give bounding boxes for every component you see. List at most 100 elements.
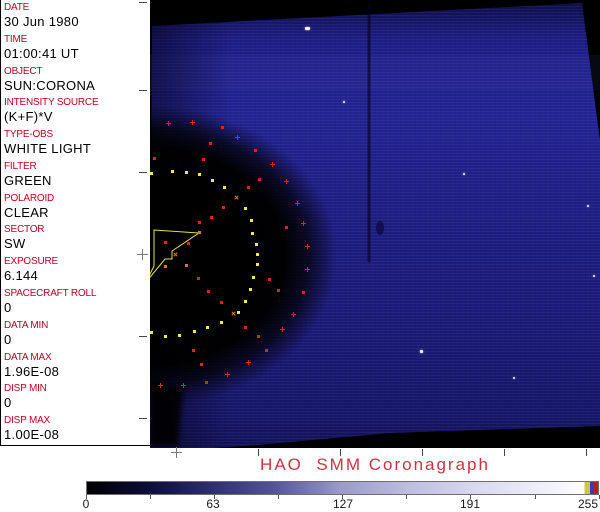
yellow-fiducial-dot [249,288,252,291]
metadata-field-data-min: DATA MIN 0 [1,318,150,350]
metadata-field-type-obs: TYPE-OBS WHITE LIGHT [1,127,150,159]
red-fiducial-cross [284,179,289,184]
colorbar-label-191: 191 [459,497,481,511]
red-fiducial-dot [153,157,156,160]
yellow-fiducial-dot [237,311,240,314]
red-fiducial-dot [258,178,261,181]
field-label: DISP MIN [4,383,47,395]
metadata-sidebar: DATE 30 Jun 1980 TIME 01:00:41 UT OBJECT… [0,0,150,446]
red-fiducial-dot [247,186,250,189]
red-fiducial-cross [295,201,300,206]
field-value: WHITE LIGHT [4,141,92,157]
field-label: SPACECRAFT ROLL [4,288,97,300]
colorbar-tick [535,495,536,499]
star-point [420,350,423,353]
field-label: DATA MIN [4,319,49,331]
red-fiducial-dot [257,335,260,338]
star-point [343,101,345,103]
metadata-field-date: DATE 30 Jun 1980 [1,0,150,32]
red-fiducial-dot [202,158,205,161]
field-value: 01:00:41 UT [4,45,79,61]
orange-fiducial-dot [185,264,188,267]
colorbar-tick [278,495,279,499]
red-fiducial-dot [268,278,271,281]
yellow-fiducial-dot [164,335,167,338]
red-fiducial-dot [192,349,195,352]
red-fiducial-dot [277,289,280,292]
field-label: DATE [4,2,30,13]
field-value: 1.00E-08 [4,427,60,443]
field-label: DATA MAX [4,351,52,363]
star-point [513,377,515,379]
metadata-field-intensity-source: INTENSITY SOURCE (K+F)*V [1,95,150,127]
yellow-fiducial-dot [211,179,214,182]
orange-fiducial-dot [198,231,201,234]
yellow-fiducial-dot [220,321,223,324]
red-fiducial-dot [285,226,288,229]
red-fiducial-dot [207,290,210,293]
yellow-fiducial-dot [252,276,255,279]
red-fiducial-cross [190,120,195,125]
yellow-fiducial-dot [178,334,181,337]
field-value: 6.144 [4,268,39,284]
red-fiducial-cross [305,244,310,249]
page-title: HAO SMM Coronagraph [260,455,490,474]
field-label: INTENSITY SOURCE [4,97,99,109]
field-value: 0 [4,300,12,316]
red-fiducial-cross [246,360,251,365]
yellow-fiducial-dot [185,171,188,174]
field-label: TIME [4,33,28,45]
metadata-field-disp-min: DISP MIN 0 [1,381,150,413]
metadata-field-time: TIME 01:00:41 UT [1,32,150,64]
left-axis-tick [139,172,147,173]
colorbar-label-127: 127 [332,497,354,511]
yellow-fiducial-dot [256,263,259,266]
colorbar-tick [406,495,407,499]
red-fiducial-dot [205,381,208,384]
field-value: 0 [4,395,12,411]
colorbar-tick [150,495,151,499]
star-point [305,27,310,30]
star-point [463,173,465,175]
yellow-fiducial-dot [198,173,201,176]
red-fiducial-cross [158,383,163,388]
yellow-fiducial-dot [193,330,196,333]
yellow-fiducial-dot [223,186,226,189]
left-axis-tick [139,336,147,337]
field-value: SW [4,236,26,252]
red-fiducial-cross [301,221,306,226]
field-value: 30 Jun 1980 [4,14,79,29]
field-value: 1.96E-08 [4,363,60,379]
metadata-field-exposure: EXPOSURE 6.144 [1,254,150,286]
red-fiducial-dot [244,326,247,329]
star-point [593,275,595,277]
red-fiducial-dot [220,301,223,304]
colorbar-label-0: 0 [82,497,90,511]
field-value: GREEN [4,172,52,188]
metadata-field-object: OBJECT SUN:CORONA [1,64,150,96]
pointing-cross [137,249,148,260]
red-fiducial-cross [291,312,296,317]
field-value: CLEAR [4,204,49,220]
metadata-field-data-max: DATA MAX 1.96E-08 [1,350,150,382]
metadata-field-spacecraft-roll: SPACECRAFT ROLL 0 [1,286,150,318]
yellow-fiducial-dot [250,219,253,222]
coronagraph-viewer: DATE 30 Jun 1980 TIME 01:00:41 UT OBJECT… [0,0,600,512]
red-fiducial-dot [209,142,212,145]
metadata-field-disp-max: DISP MAX 1.00E-08 [1,413,150,445]
red-fiducial-dot [197,277,200,280]
yellow-fiducial-dot [150,172,153,175]
red-fiducial-dot [265,349,268,352]
field-value: SUN:CORONA [4,77,96,93]
colorbar-label-63: 63 [206,497,220,511]
orange-fiducial-x [233,194,240,201]
field-label: SECTOR [4,224,45,236]
yellow-fiducial-dot [171,170,174,173]
metadata-field-filter: FILTER GREEN [1,159,150,191]
yellow-fiducial-dot [251,232,254,235]
left-axis-tick [139,418,147,419]
red-fiducial-dot [210,216,213,219]
colorbar-label-255: 255 [577,497,599,511]
star-point [587,205,589,207]
yellow-fiducial-dot [244,207,247,210]
